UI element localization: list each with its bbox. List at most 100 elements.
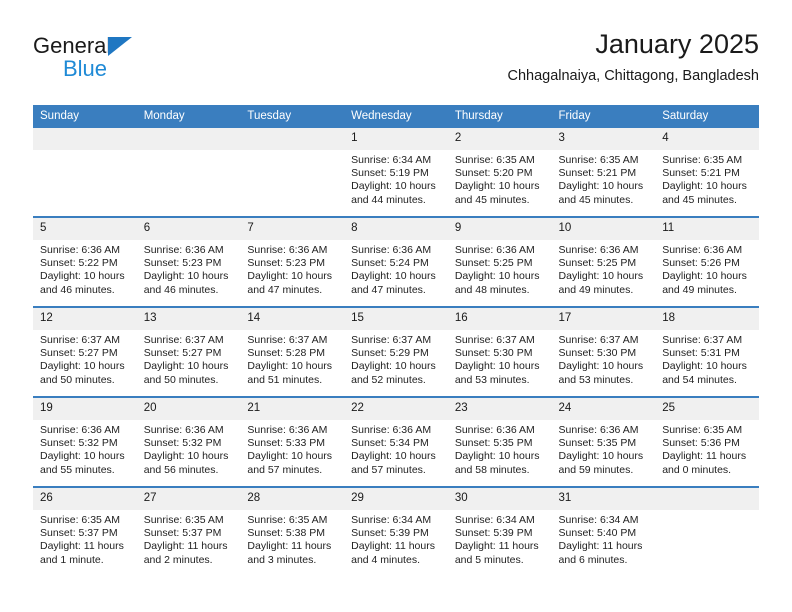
calendar-cell-inner: 2 Sunrise: 6:35 AM Sunset: 5:20 PM Daylight… — [447, 128, 552, 216]
calendar-cell-inner: 7 Sunrise: 6:36 AM Sunset: 5:23 PM Daylight… — [240, 218, 345, 306]
sun-info: Sunrise: 6:36 AM Sunset: 5:23 PM Daylight:… — [240, 240, 344, 297]
calendar-cell-inner: 27 Sunrise: 6:35 AM Sunset: 5:37 PM Dayligh… — [136, 488, 241, 576]
calendar-day-cell[interactable]: 21 Sunrise: 6:36 AM Sunset: 5:33 PM Dayligh… — [240, 396, 345, 487]
calendar-cell-inner: 22 Sunrise: 6:36 AM Sunset: 5:34 PM Dayligh… — [344, 398, 448, 486]
sunset-text: Sunset: 5:30 PM — [558, 347, 637, 360]
calendar-day-cell[interactable]: 6 Sunrise: 6:36 AM Sunset: 5:23 PM Daylight… — [136, 216, 241, 307]
daylight-text: Daylight: 10 hours and 45 minutes. — [454, 180, 540, 206]
calendar-day-cell[interactable]: 23 Sunrise: 6:36 AM Sunset: 5:35 PM Dayligh… — [447, 396, 552, 487]
sun-info: Sunrise: 6:36 AM Sunset: 5:35 PM Daylight:… — [552, 420, 656, 477]
sun-info: Sunrise: 6:36 AM Sunset: 5:25 PM Daylight:… — [448, 240, 552, 297]
sunset-text: Sunset: 5:32 PM — [40, 437, 118, 450]
daylight-text: Daylight: 10 hours and 59 minutes. — [558, 450, 644, 476]
calendar-day-cell[interactable]: 9 Sunrise: 6:36 AM Sunset: 5:25 PM Daylight… — [447, 216, 552, 307]
sunset-text: Sunset: 5:32 PM — [143, 437, 222, 450]
calendar-day-cell[interactable]: 5 Sunrise: 6:36 AM Sunset: 5:22 PM Daylight… — [33, 216, 137, 307]
calendar-cell-inner — [33, 128, 137, 216]
sunset-text: Sunset: 5:23 PM — [143, 257, 222, 270]
calendar-day-cell[interactable]: 1 Sunrise: 6:34 AM Sunset: 5:19 PM Daylight… — [344, 128, 448, 217]
general-blue-logo: General Blue — [33, 34, 233, 86]
calendar-day-cell[interactable]: 3 Sunrise: 6:35 AM Sunset: 5:21 PM Daylight… — [551, 128, 656, 217]
calendar-cell-inner — [240, 128, 345, 216]
calendar-day-cell[interactable]: 14 Sunrise: 6:37 AM Sunset: 5:28 PM Dayligh… — [240, 306, 345, 397]
daylight-text: Daylight: 10 hours and 45 minutes. — [558, 180, 644, 206]
calendar-day-cell[interactable]: 24 Sunrise: 6:36 AM Sunset: 5:35 PM Dayligh… — [551, 396, 656, 487]
sunrise-text: Sunrise: 6:36 AM — [40, 244, 120, 256]
sun-info: Sunrise: 6:34 AM Sunset: 5:19 PM Daylight:… — [344, 150, 448, 207]
sun-info: Sunrise: 6:36 AM Sunset: 5:26 PM Daylight:… — [655, 240, 759, 297]
sunrise-text: Sunrise: 6:37 AM — [143, 334, 224, 346]
day-number: 19 — [33, 398, 137, 420]
calendar-day-cell[interactable]: 30 Sunrise: 6:34 AM Sunset: 5:39 PM Dayligh… — [447, 486, 552, 576]
calendar-day-cell[interactable]: 13 Sunrise: 6:37 AM Sunset: 5:27 PM Dayligh… — [136, 306, 241, 397]
calendar-day-cell[interactable]: 7 Sunrise: 6:36 AM Sunset: 5:23 PM Daylight… — [240, 216, 345, 307]
daylight-text: Daylight: 11 hours and 3 minutes. — [247, 540, 332, 566]
sunset-text: Sunset: 5:31 PM — [662, 347, 740, 360]
sunrise-text: Sunrise: 6:34 AM — [454, 514, 535, 526]
weekday-header-tuesday: Tuesday — [240, 105, 345, 128]
sunset-text: Sunset: 5:29 PM — [351, 347, 429, 360]
sunset-text: Sunset: 5:20 PM — [454, 167, 533, 180]
calendar-day-cell[interactable]: 20 Sunrise: 6:36 AM Sunset: 5:32 PM Dayligh… — [136, 396, 241, 487]
daylight-text: Daylight: 10 hours and 58 minutes. — [454, 450, 540, 476]
day-number: 14 — [240, 308, 345, 330]
daylight-text: Daylight: 10 hours and 53 minutes. — [558, 360, 644, 386]
calendar-day-cell[interactable]: 10 Sunrise: 6:36 AM Sunset: 5:25 PM Dayligh… — [551, 216, 656, 307]
sunset-text: Sunset: 5:26 PM — [662, 257, 740, 270]
calendar-day-cell[interactable]: 17 Sunrise: 6:37 AM Sunset: 5:30 PM Dayligh… — [551, 306, 656, 397]
day-number: 8 — [344, 218, 448, 240]
calendar-day-cell[interactable]: 4 Sunrise: 6:35 AM Sunset: 5:21 PM Daylight… — [655, 128, 759, 217]
calendar-day-cell[interactable]: 29 Sunrise: 6:34 AM Sunset: 5:39 PM Dayligh… — [344, 486, 448, 576]
calendar-cell-empty — [655, 486, 759, 576]
calendar-cell-inner: 4 Sunrise: 6:35 AM Sunset: 5:21 PM Daylight… — [655, 128, 759, 216]
calendar-day-cell[interactable]: 22 Sunrise: 6:36 AM Sunset: 5:34 PM Dayligh… — [344, 396, 448, 487]
calendar-cell-inner: 10 Sunrise: 6:36 AM Sunset: 5:25 PM Dayligh… — [551, 218, 656, 306]
calendar-cell-inner: 6 Sunrise: 6:36 AM Sunset: 5:23 PM Daylight… — [136, 218, 241, 306]
daylight-text: Daylight: 11 hours and 4 minutes. — [351, 540, 435, 566]
calendar-cell-inner: 14 Sunrise: 6:37 AM Sunset: 5:28 PM Dayligh… — [240, 308, 345, 396]
sun-info: Sunrise: 6:35 AM Sunset: 5:38 PM Daylight:… — [240, 510, 344, 567]
calendar-day-cell[interactable]: 26 Sunrise: 6:35 AM Sunset: 5:37 PM Dayligh… — [33, 486, 137, 576]
calendar-day-cell[interactable]: 15 Sunrise: 6:37 AM Sunset: 5:29 PM Dayligh… — [344, 306, 448, 397]
calendar-cell-inner: 9 Sunrise: 6:36 AM Sunset: 5:25 PM Daylight… — [447, 218, 552, 306]
sun-info: Sunrise: 6:35 AM Sunset: 5:37 PM Daylight:… — [33, 510, 137, 567]
day-number: 12 — [33, 308, 137, 330]
calendar-day-cell[interactable]: 11 Sunrise: 6:36 AM Sunset: 5:26 PM Dayligh… — [655, 216, 759, 307]
calendar-cell-inner: 12 Sunrise: 6:37 AM Sunset: 5:27 PM Dayligh… — [33, 308, 137, 396]
calendar-day-cell[interactable]: 12 Sunrise: 6:37 AM Sunset: 5:27 PM Dayligh… — [33, 306, 137, 397]
sun-info: Sunrise: 6:34 AM Sunset: 5:39 PM Daylight:… — [344, 510, 448, 567]
sun-info: Sunrise: 6:37 AM Sunset: 5:31 PM Daylight:… — [655, 330, 759, 387]
sun-info: Sunrise: 6:36 AM Sunset: 5:34 PM Daylight:… — [344, 420, 448, 477]
day-number: 3 — [551, 128, 656, 150]
day-number: 24 — [551, 398, 656, 420]
page-header: General Blue January 2025 Chhagalnaiya, … — [33, 28, 759, 98]
daylight-text: Daylight: 11 hours and 0 minutes. — [662, 450, 747, 476]
calendar-cell-inner: 3 Sunrise: 6:35 AM Sunset: 5:21 PM Daylight… — [551, 128, 656, 216]
daylight-text: Daylight: 10 hours and 53 minutes. — [454, 360, 540, 386]
day-number: 15 — [344, 308, 448, 330]
logo-text-blue: Blue — [63, 56, 108, 81]
calendar-day-cell[interactable]: 27 Sunrise: 6:35 AM Sunset: 5:37 PM Dayligh… — [136, 486, 241, 576]
calendar-cell-inner: 13 Sunrise: 6:37 AM Sunset: 5:27 PM Dayligh… — [136, 308, 241, 396]
calendar-day-cell[interactable]: 18 Sunrise: 6:37 AM Sunset: 5:31 PM Dayligh… — [655, 306, 759, 397]
sunset-text: Sunset: 5:40 PM — [558, 527, 637, 540]
calendar-day-cell[interactable]: 2 Sunrise: 6:35 AM Sunset: 5:20 PM Daylight… — [447, 128, 552, 217]
daylight-text: Daylight: 10 hours and 49 minutes. — [558, 270, 644, 296]
sun-info: Sunrise: 6:37 AM Sunset: 5:27 PM Daylight:… — [33, 330, 137, 387]
calendar-day-cell[interactable]: 25 Sunrise: 6:35 AM Sunset: 5:36 PM Dayligh… — [655, 396, 759, 487]
day-number — [240, 128, 345, 150]
calendar-day-cell[interactable]: 19 Sunrise: 6:36 AM Sunset: 5:32 PM Dayligh… — [33, 396, 137, 487]
calendar-week-row: 12 Sunrise: 6:37 AM Sunset: 5:27 PM Dayligh… — [33, 306, 759, 397]
sun-info: Sunrise: 6:37 AM Sunset: 5:27 PM Daylight:… — [137, 330, 241, 387]
sunset-text: Sunset: 5:39 PM — [454, 527, 533, 540]
calendar-day-cell[interactable]: 16 Sunrise: 6:37 AM Sunset: 5:30 PM Dayligh… — [447, 306, 552, 397]
sunrise-text: Sunrise: 6:37 AM — [40, 334, 120, 346]
calendar-day-cell[interactable]: 8 Sunrise: 6:36 AM Sunset: 5:24 PM Daylight… — [344, 216, 448, 307]
calendar-day-cell[interactable]: 31 Sunrise: 6:34 AM Sunset: 5:40 PM Dayligh… — [551, 486, 656, 576]
daylight-text: Daylight: 10 hours and 55 minutes. — [40, 450, 125, 476]
day-number: 25 — [655, 398, 759, 420]
calendar-cell-inner: 28 Sunrise: 6:35 AM Sunset: 5:38 PM Dayligh… — [240, 488, 345, 576]
calendar-day-cell[interactable]: 28 Sunrise: 6:35 AM Sunset: 5:38 PM Dayligh… — [240, 486, 345, 576]
calendar-cell-inner: 18 Sunrise: 6:37 AM Sunset: 5:31 PM Dayligh… — [655, 308, 759, 396]
calendar-week-row: 5 Sunrise: 6:36 AM Sunset: 5:22 PM Daylight… — [33, 216, 759, 307]
